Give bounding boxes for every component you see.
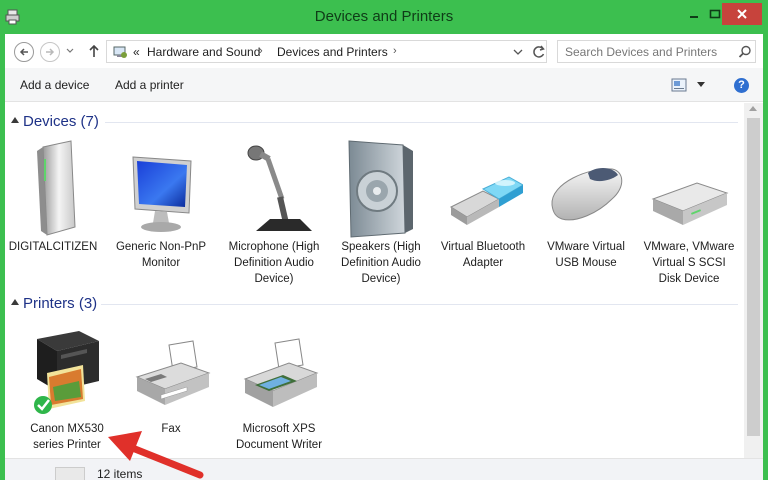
fax-icon: [135, 340, 211, 405]
printer-item[interactable]: Microsoft XPS Document Writer: [231, 321, 327, 471]
group-divider: [105, 122, 738, 123]
device-label: Virtual Bluetooth Adapter: [440, 241, 526, 269]
vertical-scrollbar[interactable]: [744, 103, 763, 458]
window-frame-right: [763, 34, 768, 480]
scroll-up-arrow-icon[interactable]: [749, 106, 757, 111]
hard-disk-icon: [651, 182, 729, 225]
device-item[interactable]: VMware Virtual USB Mouse: [538, 139, 634, 289]
collapse-triangle-icon[interactable]: [11, 299, 19, 305]
maximize-icon: [709, 9, 721, 19]
device-item[interactable]: Virtual Bluetooth Adapter: [435, 139, 531, 289]
monitor-icon: [132, 156, 192, 232]
up-arrow-icon[interactable]: [88, 43, 100, 59]
device-label: DIGITALCITIZEN: [8, 241, 98, 253]
computer-tower-icon: [37, 140, 76, 236]
search-icon[interactable]: [738, 45, 752, 59]
printers-group-title: Printers (3): [23, 295, 98, 312]
device-item[interactable]: DIGITALCITIZEN: [5, 139, 101, 289]
add-printer-button[interactable]: Add a printer: [115, 78, 184, 92]
device-label: Microphone (High Definition Audio Device…: [228, 241, 320, 285]
speaker-icon: [348, 140, 413, 238]
devices-content-pane: Devices (7) DIGITALCITIZEN Generic Non-P…: [5, 103, 744, 458]
device-item[interactable]: Speakers (High Definition Audio Device): [333, 139, 429, 289]
address-history-chevron-icon[interactable]: [513, 49, 523, 56]
back-button[interactable]: [14, 42, 34, 62]
device-label: Generic Non-PnP Monitor: [115, 241, 207, 269]
breadcrumb-devices-and-printers[interactable]: Devices and Printers: [277, 45, 388, 59]
group-divider: [101, 304, 738, 305]
scrollbar-thumb[interactable]: [747, 118, 760, 436]
device-item[interactable]: VMware, VMware Virtual S SCSI Disk Devic…: [641, 139, 737, 289]
devices-group-header[interactable]: Devices (7): [5, 111, 744, 131]
breadcrumb-overflow[interactable]: «: [133, 45, 140, 59]
printer-label: Microsoft XPS Document Writer: [235, 423, 323, 451]
close-icon: [737, 9, 747, 19]
help-button[interactable]: ?: [734, 78, 749, 93]
add-device-button[interactable]: Add a device: [20, 78, 89, 92]
default-checkmark-icon: [34, 396, 52, 414]
recent-locations-chevron-icon[interactable]: [66, 48, 74, 54]
device-label: Speakers (High Definition Audio Device): [341, 241, 421, 285]
close-button[interactable]: [722, 3, 762, 25]
change-view-icon[interactable]: [671, 78, 687, 92]
minimize-icon: [690, 16, 698, 18]
device-item[interactable]: Microphone (High Definition Audio Device…: [226, 139, 322, 289]
title-bar: Devices and Printers: [0, 0, 768, 34]
search-input[interactable]: [558, 41, 736, 62]
microphone-icon: [247, 145, 312, 231]
window-title: Devices and Printers: [314, 8, 454, 25]
device-label: VMware, VMware Virtual S SCSI Disk Devic…: [643, 241, 735, 285]
printer-icon: [243, 338, 319, 407]
refresh-icon[interactable]: [531, 45, 547, 59]
annotation-arrow-icon: [108, 431, 204, 479]
breadcrumb-separator-icon[interactable]: ›: [393, 45, 397, 57]
bluetooth-adapter-icon: [449, 176, 523, 225]
address-bar[interactable]: « Hardware and Sound › Devices and Print…: [106, 40, 547, 63]
arrow-left-icon: [19, 48, 28, 56]
printers-group-header[interactable]: Printers (3): [5, 293, 744, 313]
devices-group-title: Devices (7): [23, 113, 99, 130]
printer-default-icon: [34, 331, 99, 414]
breadcrumb-separator-icon[interactable]: ›: [259, 45, 263, 57]
forward-button[interactable]: [40, 42, 60, 62]
control-panel-icon: [113, 46, 127, 58]
search-box[interactable]: [557, 40, 756, 63]
status-thumbnail: [55, 467, 85, 480]
view-options-chevron-icon[interactable]: [697, 82, 705, 87]
device-item[interactable]: Generic Non-PnP Monitor: [113, 139, 209, 289]
navigation-bar: « Hardware and Sound › Devices and Print…: [5, 34, 763, 68]
arrow-right-icon: [46, 48, 55, 56]
collapse-triangle-icon[interactable]: [11, 117, 19, 123]
breadcrumb-hardware-and-sound[interactable]: Hardware and Sound: [147, 45, 260, 59]
device-label: VMware Virtual USB Mouse: [547, 241, 625, 269]
mouse-icon: [551, 168, 623, 221]
command-bar: Add a device Add a printer ?: [5, 68, 763, 102]
